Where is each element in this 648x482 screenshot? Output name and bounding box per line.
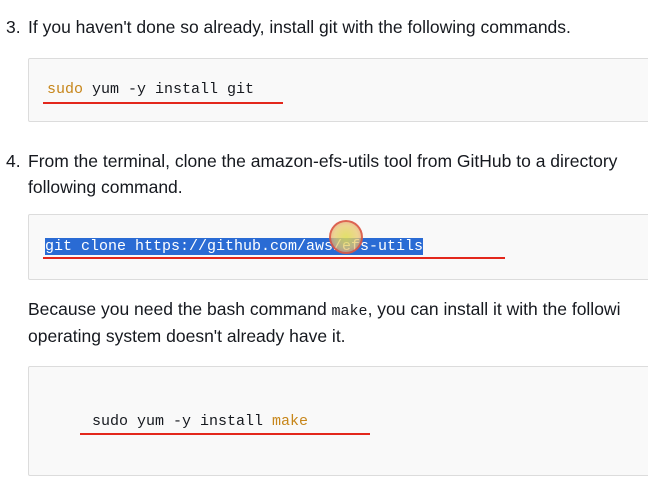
step-4-text-line1: From the terminal, clone the amazon-efs-… [28, 151, 618, 171]
make-note-before: Because you need the bash command [28, 299, 332, 319]
annotation-underline-git [43, 102, 283, 104]
step-4-number: 4. [6, 151, 21, 171]
install-make-command[interactable]: sudo yum -y install make [92, 412, 308, 432]
install-git-command[interactable]: sudo yum -y install git [47, 80, 254, 100]
mouse-cursor-highlight [329, 220, 363, 254]
install-make-prefix: sudo yum -y install [92, 413, 273, 430]
step-3-text: If you haven't done so already, install … [28, 17, 571, 37]
code-block-install-git[interactable]: sudo yum -y install git [28, 58, 648, 122]
make-inline-code: make [331, 303, 368, 320]
make-keyword: make [272, 413, 309, 430]
make-note-after: , you can install it with the followi [367, 299, 621, 319]
install-git-args: yum -y install git [83, 81, 255, 98]
step-4-text-line2: following command. [28, 177, 183, 197]
sudo-keyword: sudo [47, 81, 84, 98]
selected-text: git clone https://github.com/aws/efs-uti… [45, 238, 424, 255]
annotation-underline-make [80, 433, 370, 435]
step-3-number: 3. [6, 17, 21, 37]
code-block-install-make[interactable]: sudo yum -y install make [28, 366, 648, 476]
make-note-line1: Because you need the bash command make, … [28, 296, 620, 325]
git-clone-command[interactable]: git clone https://github.com/aws/efs-uti… [45, 237, 424, 257]
make-note-line2: operating system doesn't already have it… [28, 326, 346, 346]
annotation-underline-clone [43, 257, 505, 259]
